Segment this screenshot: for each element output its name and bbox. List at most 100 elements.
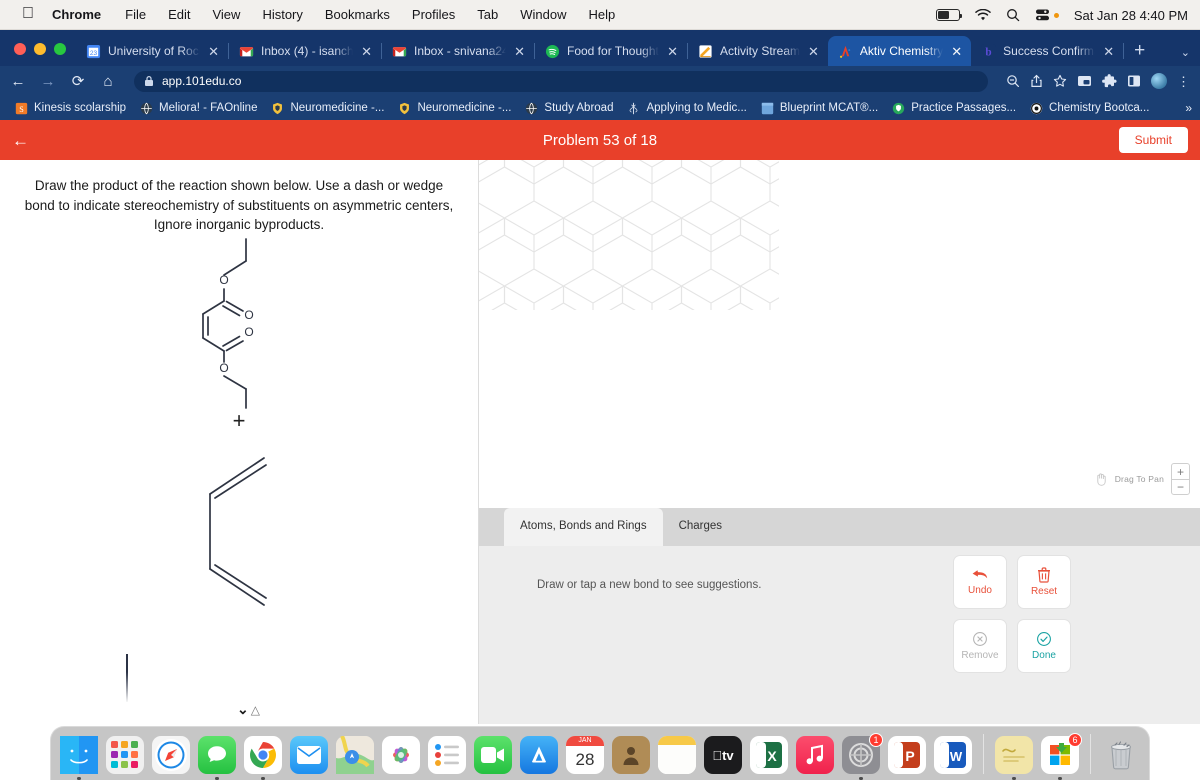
remove-button[interactable]: Remove [953, 619, 1007, 673]
menu-edit[interactable]: Edit [168, 7, 190, 22]
dock-item-messages[interactable] [197, 736, 237, 780]
svg-text:X: X [767, 748, 777, 764]
side-panel-icon[interactable] [1127, 74, 1141, 88]
bookmark-blueprint-mcat[interactable]: Blueprint MCAT®... [754, 102, 885, 115]
chevron-down-icon[interactable]: ⌄ [237, 702, 249, 716]
dock-item-powerpoint[interactable]: P [887, 736, 927, 780]
calendar-icon: JAN 28 [566, 736, 604, 774]
tab-close-icon[interactable]: ✕ [207, 45, 220, 58]
tab-close-icon[interactable]: ✕ [950, 45, 963, 58]
dock-item-calendar[interactable]: JAN 28 [565, 736, 605, 780]
profile-avatar[interactable] [1151, 73, 1167, 89]
wifi-icon[interactable] [975, 8, 991, 22]
tab-close-icon[interactable]: ✕ [807, 45, 820, 58]
dock-item-app-store[interactable] [519, 736, 559, 780]
back-button[interactable]: ← [10, 74, 26, 89]
dock-item-safari[interactable] [151, 736, 191, 780]
dock-item-chrome[interactable] [243, 736, 283, 780]
bookmark-study-abroad[interactable]: Study Abroad [518, 102, 620, 115]
tab-close-icon[interactable]: ✕ [513, 45, 526, 58]
tab-close-icon[interactable]: ✕ [360, 45, 373, 58]
bookmark-applying-to-medicine[interactable]: Applying to Medic... [620, 102, 753, 115]
menu-bar-clock[interactable]: Sat Jan 28 4:40 PM [1074, 8, 1188, 23]
tab-inbox-snivana24[interactable]: Inbox - snivana24@g ✕ [382, 36, 534, 66]
done-button[interactable]: Done [1017, 619, 1071, 673]
address-bar[interactable]: app.101edu.co [134, 70, 988, 92]
dock-item-trash[interactable] [1101, 736, 1141, 780]
mail-icon [290, 736, 328, 774]
minimize-window-button[interactable] [34, 43, 46, 55]
drawing-canvas[interactable]: Drag To Pan + − [479, 160, 1200, 508]
tab-close-icon[interactable]: ✕ [1102, 45, 1115, 58]
zoom-out-button[interactable]: − [1172, 479, 1189, 494]
dock-item-contacts[interactable] [611, 736, 651, 780]
bookmark-star-icon[interactable] [1053, 74, 1067, 88]
tab-inbox-isanche7[interactable]: Inbox (4) - isanche7 ✕ [229, 36, 381, 66]
zoom-out-icon[interactable] [1006, 74, 1020, 88]
battery-icon[interactable] [935, 9, 963, 21]
picture-in-picture-icon[interactable] [1077, 74, 1092, 88]
zoom-in-button[interactable]: + [1172, 464, 1189, 479]
tab-activity-stream[interactable]: Activity Stream ✕ [688, 36, 828, 66]
menu-file[interactable]: File [125, 7, 146, 22]
app-back-button[interactable]: ← [12, 132, 29, 149]
tab-charges[interactable]: Charges [663, 508, 738, 546]
share-icon[interactable] [1030, 74, 1043, 88]
dock-item-finder[interactable] [59, 736, 99, 780]
tab-food-for-thought[interactable]: Food for Thought — ✕ [535, 36, 687, 66]
tab-university-of-rochester[interactable]: 23 University of Roches ✕ [76, 36, 228, 66]
dock-item-apple-tv[interactable]: tv [703, 736, 743, 780]
dock-item-maps[interactable] [335, 736, 375, 780]
menu-profiles[interactable]: Profiles [412, 7, 455, 22]
menu-chrome[interactable]: Chrome [52, 7, 101, 22]
bookmark-practice-passages[interactable]: Practice Passages... [885, 102, 1023, 115]
reload-button[interactable]: ⟳ [70, 74, 86, 89]
dock-item-mail[interactable] [289, 736, 329, 780]
apple-menu-icon[interactable]:  [22, 5, 34, 22]
bookmark-meliora-faonline[interactable]: Meliora! - FAOnline [133, 102, 264, 115]
spotlight-search-icon[interactable] [1006, 8, 1020, 22]
undo-button[interactable]: Undo [953, 555, 1007, 609]
tab-aktiv-chemistry[interactable]: Aktiv Chemistry ✕ [827, 36, 972, 66]
three-dot-menu-icon[interactable]: ⋮ [1177, 75, 1190, 88]
dock-item-system-settings[interactable]: 1 [841, 733, 883, 780]
home-button[interactable]: ⌂ [100, 74, 116, 89]
dock-item-stickies[interactable] [994, 736, 1034, 780]
zoom-controls: + − [1171, 463, 1190, 495]
maximize-window-button[interactable] [54, 43, 66, 55]
submit-button[interactable]: Submit [1118, 127, 1188, 153]
dock-item-word[interactable]: W [933, 736, 973, 780]
tab-atoms-bonds-and-rings[interactable]: Atoms, Bonds and Rings [504, 508, 663, 546]
bookmark-neuromedicine-2[interactable]: Neuromedicine -... [391, 102, 518, 115]
menu-tab[interactable]: Tab [477, 7, 498, 22]
dock-item-music[interactable] [795, 736, 835, 780]
running-dot [445, 777, 449, 780]
dock-item-launchpad[interactable] [105, 736, 145, 780]
tab-close-icon[interactable]: ✕ [666, 45, 679, 58]
dock-item-notes[interactable] [657, 736, 697, 780]
bookmarks-overflow-icon[interactable]: » [1185, 101, 1192, 115]
menu-window[interactable]: Window [520, 7, 566, 22]
dock-item-microsoft-installer[interactable]: 6 [1040, 733, 1082, 780]
menu-bookmarks[interactable]: Bookmarks [325, 7, 390, 22]
bookmark-chemistry-bootcamp[interactable]: Chemistry Bootca... [1023, 102, 1156, 115]
tab-success-confirmation[interactable]: b Success Confirmatio ✕ [971, 36, 1123, 66]
bookmark-kinesis-scolarship[interactable]: S Kinesis scolarship [8, 102, 133, 115]
reset-button[interactable]: Reset [1017, 555, 1071, 609]
forward-button[interactable]: → [40, 74, 56, 89]
menu-history[interactable]: History [262, 7, 302, 22]
menu-help[interactable]: Help [589, 7, 616, 22]
tab-search-chevron-icon[interactable]: ⌄ [1181, 46, 1190, 59]
bookmark-label: Applying to Medic... [646, 102, 747, 114]
extensions-puzzle-icon[interactable] [1102, 74, 1117, 88]
menu-view[interactable]: View [212, 7, 240, 22]
dock-item-excel[interactable]: X [749, 736, 789, 780]
close-window-button[interactable] [14, 43, 26, 55]
new-tab-button[interactable]: + [1124, 41, 1155, 66]
control-center-icon[interactable] [1035, 8, 1059, 22]
bookmark-neuromedicine-1[interactable]: Neuromedicine -... [264, 102, 391, 115]
dock-item-reminders[interactable] [427, 736, 467, 780]
dock-item-facetime[interactable] [473, 736, 513, 780]
scroll-down-indicator[interactable]: ⌄ △ [237, 702, 260, 716]
dock-item-photos[interactable] [381, 736, 421, 780]
